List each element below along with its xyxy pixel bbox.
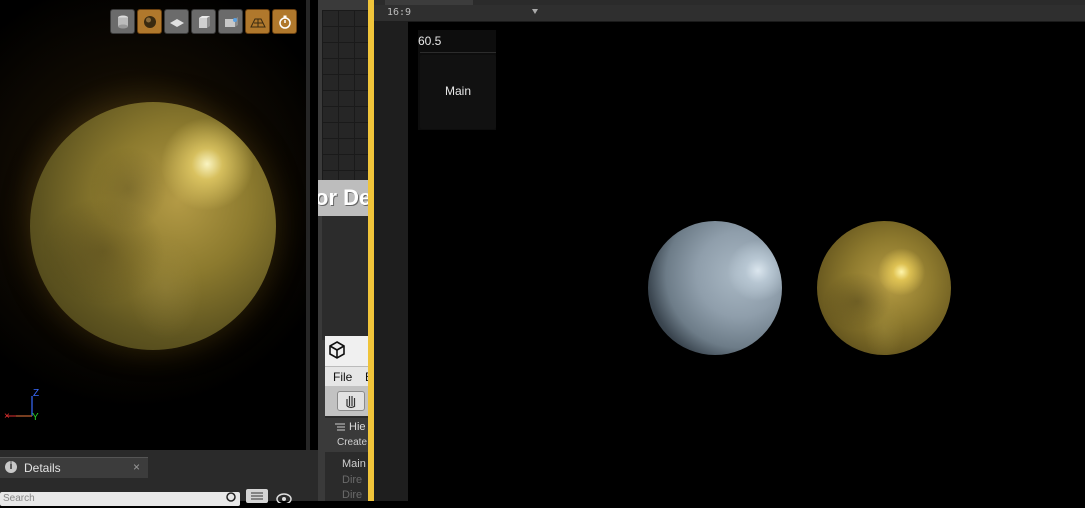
- close-tab-icon[interactable]: ×: [133, 460, 140, 474]
- hierarchy-item-main[interactable]: Main: [342, 458, 366, 470]
- axis-gizmo-icon: Z Y ×: [4, 388, 39, 422]
- details-search-input[interactable]: Search: [0, 492, 240, 506]
- axis-z-label: Z: [33, 388, 39, 399]
- hand-icon: [346, 396, 356, 409]
- game-view-toolbar: [374, 5, 1085, 22]
- aspect-ratio-dropdown[interactable]: 16:9: [387, 7, 411, 18]
- background-title-text: or De: [318, 185, 370, 210]
- main-button-label: Main: [444, 84, 471, 98]
- realtime-button[interactable]: [272, 9, 297, 34]
- blueprint-graph-grid[interactable]: [322, 10, 368, 180]
- cylinder-button[interactable]: [110, 9, 135, 34]
- main-button[interactable]: Main: [420, 55, 496, 129]
- unity-logo-icon: [329, 341, 345, 359]
- grid-button[interactable]: [245, 9, 270, 34]
- sphere-button[interactable]: [137, 9, 162, 34]
- overlay-divider: [420, 52, 496, 53]
- gold-sphere-texture: [817, 221, 951, 355]
- cube-button[interactable]: [191, 9, 216, 34]
- viewport-border: [306, 0, 310, 450]
- cube-icon: [198, 15, 210, 28]
- gold-sphere: [817, 221, 951, 355]
- dropdown-arrow-icon[interactable]: [532, 9, 538, 14]
- eye-icon[interactable]: [275, 493, 293, 503]
- search-placeholder: Search: [3, 493, 35, 504]
- custom-mesh-button[interactable]: [218, 9, 243, 34]
- custom-mesh-icon: [224, 16, 238, 27]
- axis-x-mark: ×: [4, 411, 10, 422]
- sphere-icon: [143, 15, 156, 28]
- hierarchy-tab-label[interactable]: Hie: [349, 421, 366, 433]
- hierarchy-list-icon: [335, 423, 345, 431]
- realtime-icon: [278, 15, 291, 29]
- fps-readout: 60.5: [418, 34, 442, 48]
- preview-mesh-toolbar: [110, 9, 297, 35]
- hierarchy-header: Hie Create: [325, 418, 370, 452]
- cylinder-icon: [117, 15, 128, 28]
- sphere-texture: [30, 102, 276, 350]
- axis-y-label: Y: [32, 412, 39, 422]
- details-tab[interactable]: i Details ×: [0, 457, 148, 478]
- game-view-gutter: [374, 21, 408, 501]
- plane-icon: [169, 18, 184, 27]
- hierarchy-item-directional-2[interactable]: Dire: [342, 489, 362, 501]
- details-tab-label: Details: [24, 461, 61, 475]
- grid-icon: [249, 18, 266, 27]
- unity-menu-bar: File E: [325, 366, 373, 387]
- background-window-title: or De: [318, 180, 370, 216]
- gold-material-sphere-preview: [30, 102, 276, 350]
- hierarchy-create-button[interactable]: Create: [337, 437, 367, 448]
- info-icon: i: [5, 461, 17, 473]
- hand-tool-button[interactable]: [337, 391, 365, 411]
- plane-button[interactable]: [164, 9, 189, 34]
- grey-sphere: [648, 221, 782, 355]
- menu-file[interactable]: File: [333, 370, 352, 384]
- hierarchy-item-directional-1[interactable]: Dire: [342, 474, 362, 486]
